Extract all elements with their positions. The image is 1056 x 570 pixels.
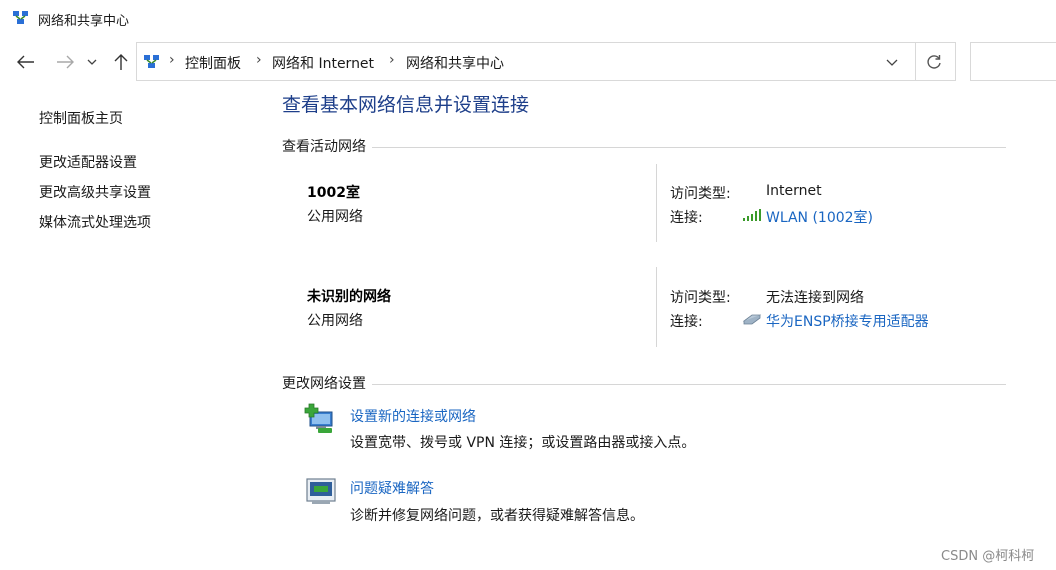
troubleshoot-desc: 诊断并修复网络问题，或者获得疑难解答信息。	[350, 508, 644, 524]
troubleshoot-link[interactable]: 问题疑难解答	[350, 478, 434, 498]
network-divider	[656, 267, 657, 347]
network-category-link[interactable]: 公用网络	[307, 310, 363, 330]
network-center-icon	[144, 55, 159, 68]
title-bar: 网络和共享中心	[0, 0, 1056, 36]
network-divider	[656, 164, 657, 242]
breadcrumb-separator: ›	[169, 52, 175, 68]
network-name: 1002室	[307, 185, 360, 201]
back-button[interactable]	[14, 50, 38, 74]
access-type-label: 访问类型:	[670, 186, 731, 202]
arrow-left-icon	[17, 55, 34, 69]
ethernet-adapter-icon	[742, 314, 762, 325]
breadcrumb-network-internet[interactable]: 网络和 Internet	[272, 53, 374, 73]
chevron-down-icon	[87, 59, 97, 65]
search-input[interactable]	[970, 42, 1056, 81]
sidebar-item-advanced-sharing[interactable]: 更改高级共享设置	[39, 182, 151, 202]
network-name: 未识别的网络	[307, 289, 391, 305]
arrow-up-icon	[114, 54, 128, 70]
sidebar-item-media-streaming[interactable]: 媒体流式处理选项	[39, 212, 151, 232]
section-divider	[282, 384, 1006, 385]
address-dropdown-button[interactable]	[881, 51, 903, 73]
setup-new-connection-link[interactable]: 设置新的连接或网络	[350, 406, 476, 426]
connection-label: 连接:	[670, 314, 703, 330]
ensp-adapter-link[interactable]: 华为ENSP桥接专用适配器	[766, 311, 929, 331]
setup-new-connection-desc: 设置宽带、拨号或 VPN 连接；或设置路由器或接入点。	[350, 435, 696, 451]
network-category-link[interactable]: 公用网络	[307, 206, 363, 226]
breadcrumb-separator: ›	[256, 52, 262, 68]
sidebar-item-control-panel-home[interactable]: 控制面板主页	[39, 108, 123, 128]
address-bar[interactable]: › 控制面板 › 网络和 Internet › 网络和共享中心	[136, 42, 956, 81]
access-type-value: Internet	[766, 183, 822, 199]
breadcrumb-separator: ›	[389, 52, 395, 68]
recent-locations-button[interactable]	[84, 50, 100, 74]
up-button[interactable]	[109, 50, 133, 74]
breadcrumb-control-panel[interactable]: 控制面板	[185, 53, 241, 73]
change-settings-heading: 更改网络设置	[282, 373, 372, 393]
wifi-signal-icon	[743, 209, 761, 221]
refresh-button[interactable]	[923, 51, 945, 73]
access-type-label: 访问类型:	[670, 290, 731, 306]
chevron-down-icon	[886, 59, 898, 66]
connection-label: 连接:	[670, 210, 703, 226]
network-center-icon	[13, 11, 28, 24]
section-divider	[282, 147, 1006, 148]
refresh-icon	[927, 55, 941, 69]
active-networks-heading: 查看活动网络	[282, 136, 372, 156]
page-title: 查看基本网络信息并设置连接	[282, 94, 530, 116]
wlan-connection-link[interactable]: WLAN (1002室)	[766, 207, 873, 227]
sidebar-item-adapter-settings[interactable]: 更改适配器设置	[39, 152, 137, 172]
new-connection-icon	[304, 403, 333, 433]
breadcrumb-network-center[interactable]: 网络和共享中心	[406, 53, 504, 73]
troubleshoot-icon	[306, 478, 336, 504]
address-divider	[915, 43, 916, 80]
arrow-right-icon	[57, 55, 74, 69]
window-title: 网络和共享中心	[38, 14, 130, 29]
access-type-value: 无法连接到网络	[766, 290, 864, 306]
forward-button[interactable]	[53, 50, 77, 74]
watermark-text: CSDN @柯科柯	[941, 549, 1035, 564]
